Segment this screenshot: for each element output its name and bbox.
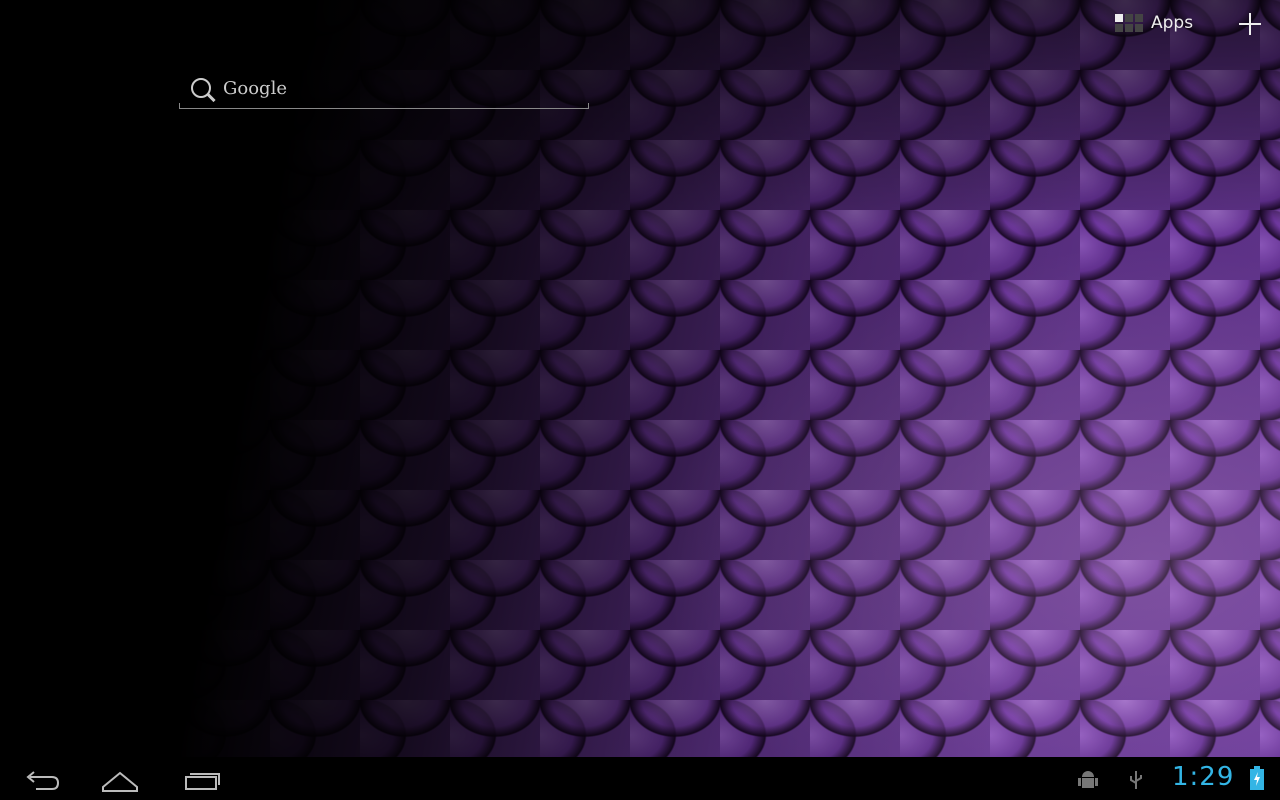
google-search-bar[interactable]: Google — [179, 74, 589, 109]
usb-icon — [1130, 771, 1142, 789]
recent-apps-icon[interactable] — [182, 765, 222, 793]
search-icon — [191, 78, 211, 98]
wallpaper-shading — [0, 0, 1280, 757]
apps-label: Apps — [1151, 13, 1194, 33]
back-icon[interactable] — [22, 765, 62, 793]
add-icon[interactable] — [1238, 12, 1262, 36]
battery-charging-icon — [1250, 766, 1264, 790]
android-debug-icon — [1078, 771, 1098, 788]
wallpaper — [0, 0, 1280, 757]
system-bar: 1:29 — [0, 757, 1280, 800]
apps-button[interactable]: Apps — [1115, 13, 1193, 33]
home-icon[interactable] — [100, 765, 140, 793]
apps-grid-icon — [1115, 14, 1143, 32]
search-label: Google — [223, 78, 287, 99]
clock[interactable]: 1:29 — [1172, 762, 1234, 792]
